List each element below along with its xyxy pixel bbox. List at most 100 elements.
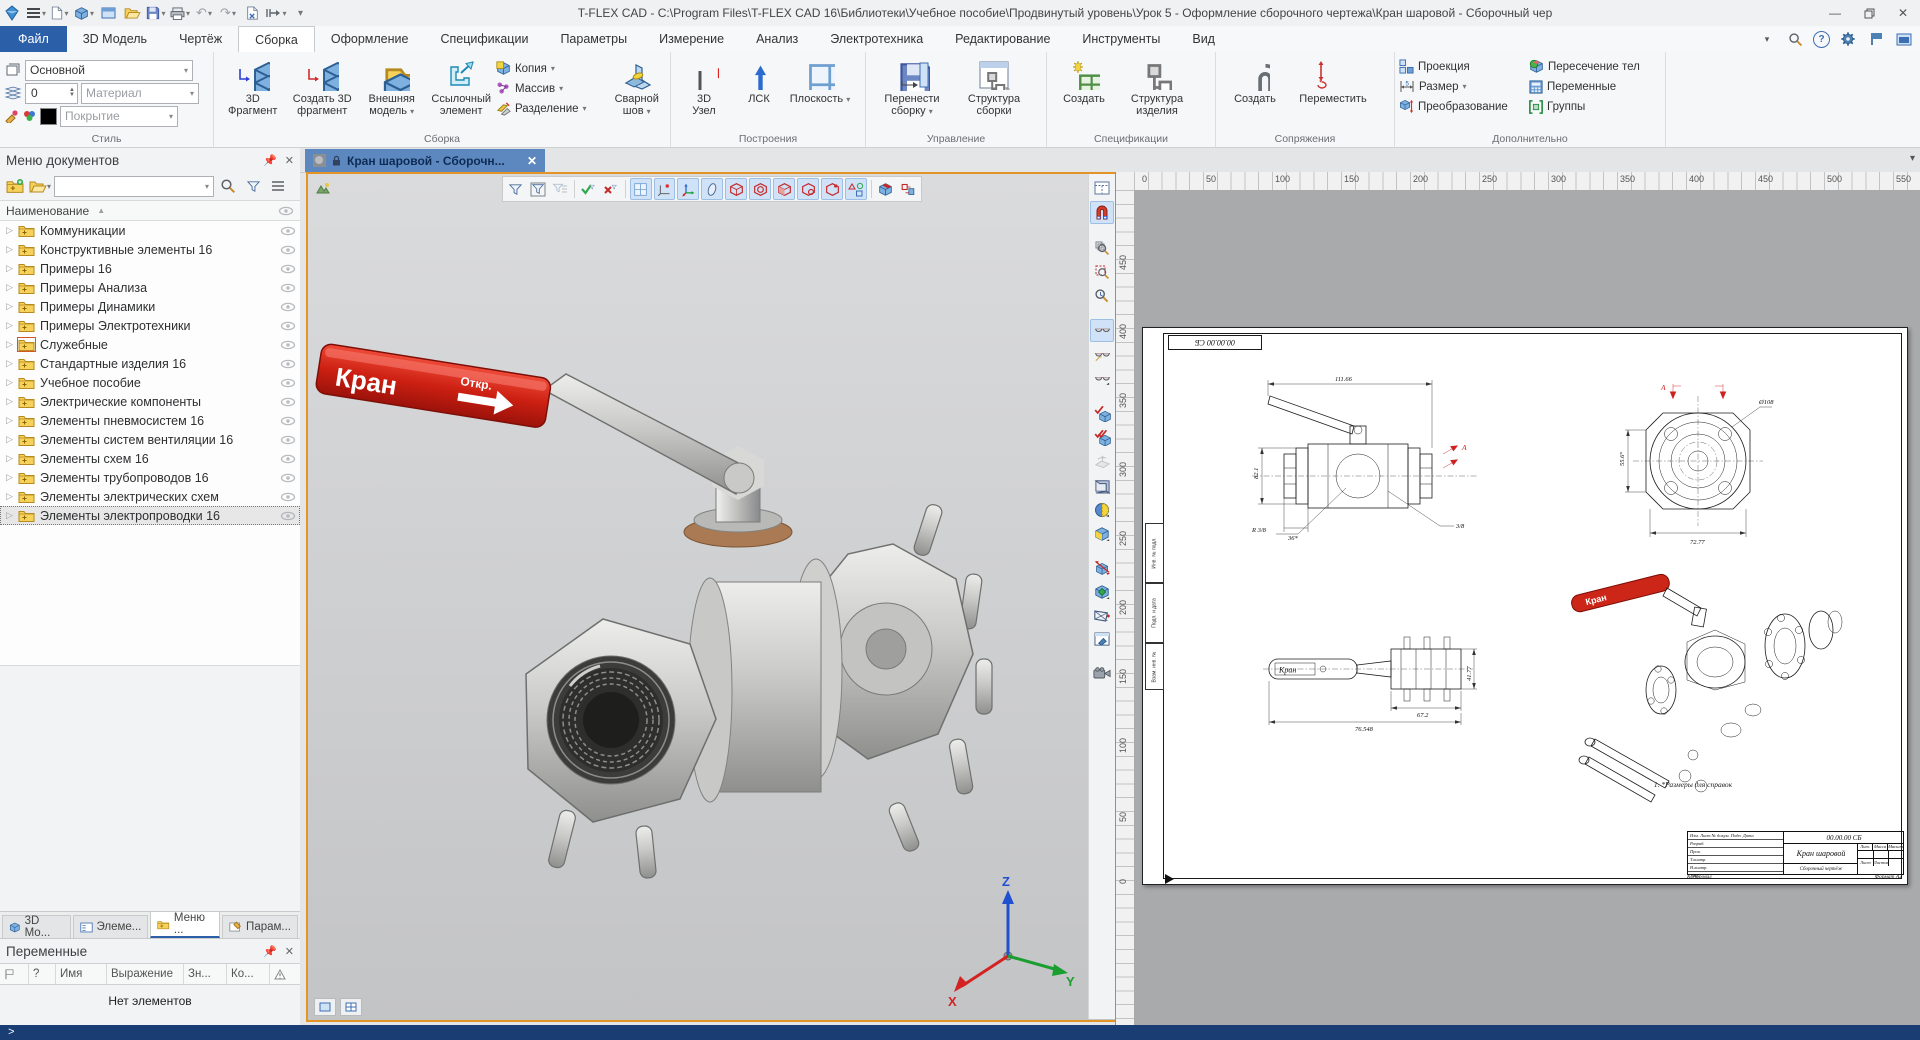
move-assembly-button[interactable]: Перенести сборку ▾ bbox=[870, 54, 954, 118]
visibility-eye-icon[interactable] bbox=[280, 245, 296, 255]
panel-tab-elements[interactable]: Элеме... bbox=[73, 915, 149, 938]
horizontal-ruler[interactable]: 0 50 100 150 200 250 300 350 400 450 500… bbox=[1134, 172, 1920, 191]
list-item[interactable]: ▷Примеры 16 bbox=[0, 259, 300, 278]
pin-icon[interactable]: 📌 bbox=[263, 154, 277, 167]
tab-3d-model[interactable]: 3D Модель bbox=[67, 26, 163, 52]
brush-icon[interactable] bbox=[4, 109, 19, 123]
tab-annotation[interactable]: Оформление bbox=[315, 26, 425, 52]
assembly-structure-button[interactable]: Структура сборки bbox=[954, 54, 1034, 117]
column-name[interactable]: Имя bbox=[56, 964, 107, 984]
minimize-button[interactable]: — bbox=[1818, 1, 1852, 25]
weld-seam-button[interactable]: Сварной шов ▾ bbox=[607, 54, 666, 118]
expander-icon[interactable]: ▷ bbox=[6, 320, 18, 331]
camera-view-icon[interactable] bbox=[1091, 605, 1113, 626]
list-item[interactable]: ▷Учебное пособие bbox=[0, 373, 300, 392]
tab-drawing[interactable]: Чертёж bbox=[163, 26, 238, 52]
open-library-icon[interactable]: ▾ bbox=[29, 176, 51, 196]
tab-view[interactable]: Вид bbox=[1176, 26, 1231, 52]
tab-edit[interactable]: Редактирование bbox=[939, 26, 1066, 52]
copy-button[interactable]: Копия▾ bbox=[496, 60, 608, 77]
tab-analysis[interactable]: Анализ bbox=[740, 26, 814, 52]
node-3d-button[interactable]: 3D Узел bbox=[675, 54, 733, 117]
visibility-eye-icon[interactable] bbox=[280, 340, 296, 350]
list-item[interactable]: ▷Стандартные изделия 16 bbox=[0, 354, 300, 373]
expander-icon[interactable]: ▷ bbox=[6, 491, 18, 502]
list-item[interactable]: ▷Элементы схем 16 bbox=[0, 449, 300, 468]
expander-icon[interactable]: ▷ bbox=[6, 434, 18, 445]
expander-icon[interactable]: ▷ bbox=[6, 377, 18, 388]
visibility-eye-icon[interactable] bbox=[280, 226, 296, 236]
flag-column-icon[interactable] bbox=[0, 964, 29, 984]
expander-icon[interactable]: ▷ bbox=[6, 225, 18, 236]
list-item[interactable]: ▷Электрические компоненты bbox=[0, 392, 300, 411]
list-item[interactable]: ▷Служебные bbox=[0, 335, 300, 354]
document-tab[interactable]: Кран шаровой - Сборочн... ✕ bbox=[305, 149, 545, 172]
variables-button[interactable]: Переменные bbox=[1529, 78, 1651, 95]
split-button[interactable]: Разделение▾ bbox=[496, 100, 608, 117]
edges-shading-glasses-icon[interactable] bbox=[1091, 345, 1113, 366]
check-assembly-icon[interactable] bbox=[1091, 427, 1113, 448]
expander-icon[interactable]: ▷ bbox=[6, 358, 18, 369]
move-mated-button[interactable]: Переместить bbox=[1290, 54, 1376, 105]
drawing-view-window[interactable]: 0 50 100 150 200 250 300 350 400 450 500… bbox=[1115, 172, 1920, 1025]
plane-button[interactable]: Плоскость ▾ bbox=[785, 54, 855, 106]
object-snap-magnet-icon[interactable] bbox=[1090, 201, 1114, 224]
workplane-rotate-icon[interactable] bbox=[1091, 451, 1113, 472]
flag-icon[interactable] bbox=[1866, 29, 1886, 49]
dimension-button[interactable]: 5Размер▾ bbox=[1399, 78, 1519, 95]
list-item[interactable]: ▷Коммуникации bbox=[0, 221, 300, 240]
collapse-ribbon-icon[interactable]: ▾ bbox=[1757, 29, 1777, 49]
add-library-icon[interactable] bbox=[4, 176, 26, 196]
split-viewport-icon[interactable] bbox=[340, 998, 362, 1016]
visibility-eye-icon[interactable] bbox=[280, 283, 296, 293]
fragment-3d-button[interactable]: 3D Фрагмент bbox=[218, 54, 287, 117]
video-camera-icon[interactable] bbox=[1091, 663, 1113, 684]
view-settings-icon[interactable] bbox=[1091, 629, 1113, 650]
visibility-eye-icon[interactable] bbox=[280, 435, 296, 445]
search-icon[interactable] bbox=[217, 176, 239, 196]
expander-icon[interactable]: ▷ bbox=[6, 263, 18, 274]
list-item[interactable]: ▷Примеры Анализа bbox=[0, 278, 300, 297]
list-item[interactable]: ▷Конструктивные элементы 16 bbox=[0, 240, 300, 259]
create-bom-button[interactable]: Создать bbox=[1051, 54, 1117, 105]
visibility-eye-icon[interactable] bbox=[280, 378, 296, 388]
tab-assembly[interactable]: Сборка bbox=[238, 26, 315, 53]
panel-tab-3d-model[interactable]: 3D Мо... bbox=[2, 915, 71, 938]
drawing-canvas[interactable]: 00.00.00 СБ Инв. № подл. Подп. и дата Вз… bbox=[1134, 190, 1920, 1025]
panel-tab-documents-menu[interactable]: Меню ... bbox=[150, 911, 220, 938]
column-question[interactable]: ? bbox=[29, 964, 56, 984]
column-expression[interactable]: Выражение bbox=[107, 964, 184, 984]
close-button[interactable]: ✕ bbox=[1886, 1, 1920, 25]
zoom-window-icon[interactable] bbox=[1091, 261, 1113, 282]
undo-button[interactable]: ↶▾ bbox=[192, 2, 216, 24]
layer-select[interactable]: Основной▾ bbox=[25, 60, 193, 81]
tab-file[interactable]: Файл bbox=[0, 26, 67, 52]
page-setup-icon[interactable] bbox=[1091, 177, 1113, 198]
list-item[interactable]: ▷Элементы электрических схем bbox=[0, 487, 300, 506]
layers-icon[interactable] bbox=[4, 62, 22, 78]
list-item[interactable]: ▷Элементы систем вентиляции 16 bbox=[0, 430, 300, 449]
array-button[interactable]: Массив▾ bbox=[496, 80, 608, 97]
redo-button[interactable]: ↷▾ bbox=[216, 2, 240, 24]
warning-column-icon[interactable] bbox=[270, 964, 300, 984]
visibility-eye-icon[interactable] bbox=[280, 492, 296, 502]
create-mate-button[interactable]: Создать bbox=[1220, 54, 1290, 105]
create-3d-fragment-button[interactable]: Создать 3D фрагмент bbox=[287, 54, 356, 117]
lcs-button[interactable]: ЛСК bbox=[733, 54, 785, 105]
tab-list-chevron-icon[interactable]: ▾ bbox=[1910, 153, 1915, 164]
column-header-name[interactable]: Наименование bbox=[6, 204, 89, 218]
body-intersection-button[interactable]: Пересечение тел bbox=[1529, 58, 1651, 75]
close-document-icon[interactable]: ✕ bbox=[527, 154, 537, 168]
visibility-column-icon[interactable] bbox=[278, 206, 294, 216]
zoom-previous-icon[interactable] bbox=[1091, 285, 1113, 306]
column-comment[interactable]: Ко... bbox=[227, 964, 270, 984]
toolbar-options-button[interactable]: ▾ bbox=[288, 2, 312, 24]
tab-parameters[interactable]: Параметры bbox=[544, 26, 643, 52]
settings-gear-icon[interactable] bbox=[1838, 29, 1858, 49]
product-structure-button[interactable]: Структура изделия bbox=[1117, 54, 1197, 117]
coating-select[interactable]: Покрытие▾ bbox=[60, 106, 178, 127]
render-mode-sphere-icon[interactable] bbox=[1091, 499, 1113, 520]
visibility-eye-icon[interactable] bbox=[280, 473, 296, 483]
projection-button[interactable]: Проекция bbox=[1399, 58, 1519, 75]
perspective-cube-icon[interactable] bbox=[1091, 475, 1113, 496]
